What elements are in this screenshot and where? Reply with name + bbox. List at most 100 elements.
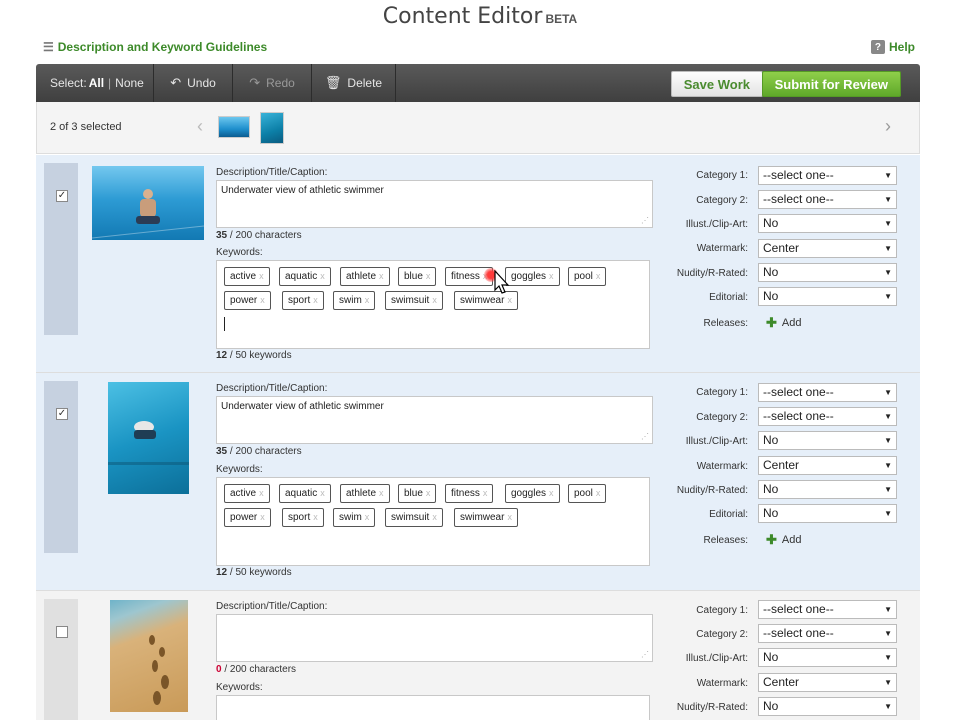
add-release-button[interactable]: ✚ Add <box>766 532 801 548</box>
thumbnail-2[interactable] <box>260 112 284 144</box>
remove-icon[interactable]: x <box>320 271 325 281</box>
keyword-tag[interactable]: active x <box>224 267 270 286</box>
watermark-label: Watermark: <box>696 461 748 472</box>
undo-button[interactable]: ↶ Undo <box>154 64 233 102</box>
keyword-tag[interactable]: aquatic x <box>279 267 331 286</box>
category1-select[interactable]: --select one-- ▼ <box>758 600 897 619</box>
resize-grip-icon[interactable]: ⋰ <box>641 650 649 659</box>
keyword-tag[interactable]: sport x <box>282 508 324 527</box>
remove-icon[interactable]: x <box>507 295 512 305</box>
keyword-tag[interactable]: pool x <box>568 484 607 503</box>
char-count-suffix: / 200 characters <box>221 664 297 675</box>
nudity-select[interactable]: No ▼ <box>758 697 897 716</box>
watermark-select[interactable]: Center ▼ <box>758 456 897 475</box>
remove-icon[interactable]: x <box>379 488 384 498</box>
remove-icon[interactable]: x <box>313 295 318 305</box>
keyword-tag[interactable]: power x <box>224 508 271 527</box>
description-textarea[interactable]: Underwater view of athletic swimmer ⋰ <box>216 396 653 444</box>
editorial-select[interactable]: No ▼ <box>758 287 897 306</box>
description-label: Description/Title/Caption: <box>216 601 328 612</box>
keyword-tag[interactable]: pool x <box>568 267 607 286</box>
remove-icon[interactable]: x <box>596 271 601 281</box>
nudity-select[interactable]: No ▼ <box>758 480 897 499</box>
category1-select[interactable]: --select one-- ▼ <box>758 383 897 402</box>
plus-icon: ✚ <box>766 315 777 330</box>
prev-arrow-icon[interactable]: ‹ <box>197 116 203 137</box>
keyword-tag[interactable]: sport x <box>282 291 324 310</box>
keyword-tag[interactable]: active x <box>224 484 270 503</box>
item-checkbox[interactable]: ✓ <box>56 408 68 420</box>
remove-icon[interactable]: x <box>426 271 431 281</box>
category2-label: Category 2: <box>696 412 748 423</box>
description-label: Description/Title/Caption: <box>216 383 328 394</box>
remove-icon[interactable]: x <box>596 488 601 498</box>
remove-icon[interactable]: x <box>379 271 384 281</box>
delete-button[interactable]: 🗑 Delete <box>312 64 396 102</box>
remove-icon[interactable]: x <box>365 295 370 305</box>
save-work-button[interactable]: Save Work <box>670 71 763 97</box>
category2-select[interactable]: --select one-- ▼ <box>758 624 897 643</box>
keyword-tag[interactable]: aquatic x <box>279 484 331 503</box>
description-textarea[interactable]: Underwater view of athletic swimmer ⋰ <box>216 180 653 228</box>
keywords-box[interactable]: activex aquaticx athletex bluex fitnessx… <box>216 477 650 566</box>
keyword-tag[interactable]: blue x <box>398 484 437 503</box>
item-checkbox[interactable]: ✓ <box>56 190 68 202</box>
keyword-tag[interactable]: blue x <box>398 267 437 286</box>
redo-label: Redo <box>266 76 295 90</box>
item-checkbox[interactable] <box>56 626 68 638</box>
category1-select[interactable]: --select one-- ▼ <box>758 166 897 185</box>
keyword-tag[interactable]: power x <box>224 291 271 310</box>
keyword-tag[interactable]: swimsuit x <box>385 291 443 310</box>
illust-select[interactable]: No ▼ <box>758 214 897 233</box>
remove-icon[interactable]: x <box>549 488 554 498</box>
keyword-tag[interactable]: athlete x <box>340 267 390 286</box>
redo-button[interactable]: ↷ Redo <box>233 64 312 102</box>
remove-icon[interactable]: x <box>259 488 264 498</box>
item-row-3: Description/Title/Caption: ⋰ 0 / 200 cha… <box>36 591 920 720</box>
illust-select[interactable]: No ▼ <box>758 648 897 667</box>
next-arrow-icon[interactable]: › <box>885 116 891 137</box>
watermark-select[interactable]: Center ▼ <box>758 239 897 258</box>
category2-select[interactable]: --select one-- ▼ <box>758 190 897 209</box>
keyword-tag[interactable]: athlete x <box>340 484 390 503</box>
keyword-tag[interactable]: goggles x <box>505 267 560 286</box>
add-release-button[interactable]: ✚ Add <box>766 315 801 331</box>
select-all-button[interactable]: All <box>89 76 104 90</box>
keywords-box[interactable]: activex aquaticx athletex bluex fitnessx… <box>216 260 650 349</box>
remove-icon[interactable]: x <box>483 488 488 498</box>
resize-grip-icon[interactable]: ⋰ <box>641 216 649 225</box>
keyword-tag[interactable]: swimwear x <box>454 508 518 527</box>
keyword-tag[interactable]: swim x <box>333 508 376 527</box>
keyword-tag[interactable]: swim x <box>333 291 376 310</box>
category2-select[interactable]: --select one-- ▼ <box>758 407 897 426</box>
remove-icon[interactable]: x <box>260 295 265 305</box>
remove-icon[interactable]: x <box>549 271 554 281</box>
submit-review-button[interactable]: Submit for Review <box>761 71 901 97</box>
remove-icon[interactable]: x <box>260 512 265 522</box>
illust-select[interactable]: No ▼ <box>758 431 897 450</box>
plus-icon: ✚ <box>766 532 777 547</box>
description-label: Description/Title/Caption: <box>216 167 328 178</box>
select-none-button[interactable]: None <box>115 76 144 90</box>
resize-grip-icon[interactable]: ⋰ <box>641 432 649 441</box>
thumbnail-1[interactable] <box>218 116 250 138</box>
description-textarea[interactable]: ⋰ <box>216 614 653 662</box>
remove-icon[interactable]: x <box>365 512 370 522</box>
editorial-select[interactable]: No ▼ <box>758 504 897 523</box>
remove-icon[interactable]: x <box>426 488 431 498</box>
remove-icon[interactable]: x <box>432 295 437 305</box>
remove-icon[interactable]: x <box>313 512 318 522</box>
keyword-count-value: 12 <box>216 350 228 361</box>
remove-icon[interactable]: x <box>432 512 437 522</box>
keyword-tag[interactable]: fitnessx <box>445 484 494 503</box>
keyword-tag[interactable]: swimsuit x <box>385 508 443 527</box>
watermark-select[interactable]: Center ▼ <box>758 673 897 692</box>
remove-icon[interactable]: x <box>259 271 264 281</box>
keywords-box[interactable] <box>216 695 650 720</box>
remove-icon[interactable]: x <box>320 488 325 498</box>
keyword-tag[interactable]: goggles x <box>505 484 560 503</box>
guidelines-link[interactable]: ☰ Description and Keyword Guidelines <box>43 40 267 54</box>
help-link[interactable]: ? Help <box>870 40 915 54</box>
remove-icon[interactable]: x <box>507 512 512 522</box>
nudity-select[interactable]: No ▼ <box>758 263 897 282</box>
